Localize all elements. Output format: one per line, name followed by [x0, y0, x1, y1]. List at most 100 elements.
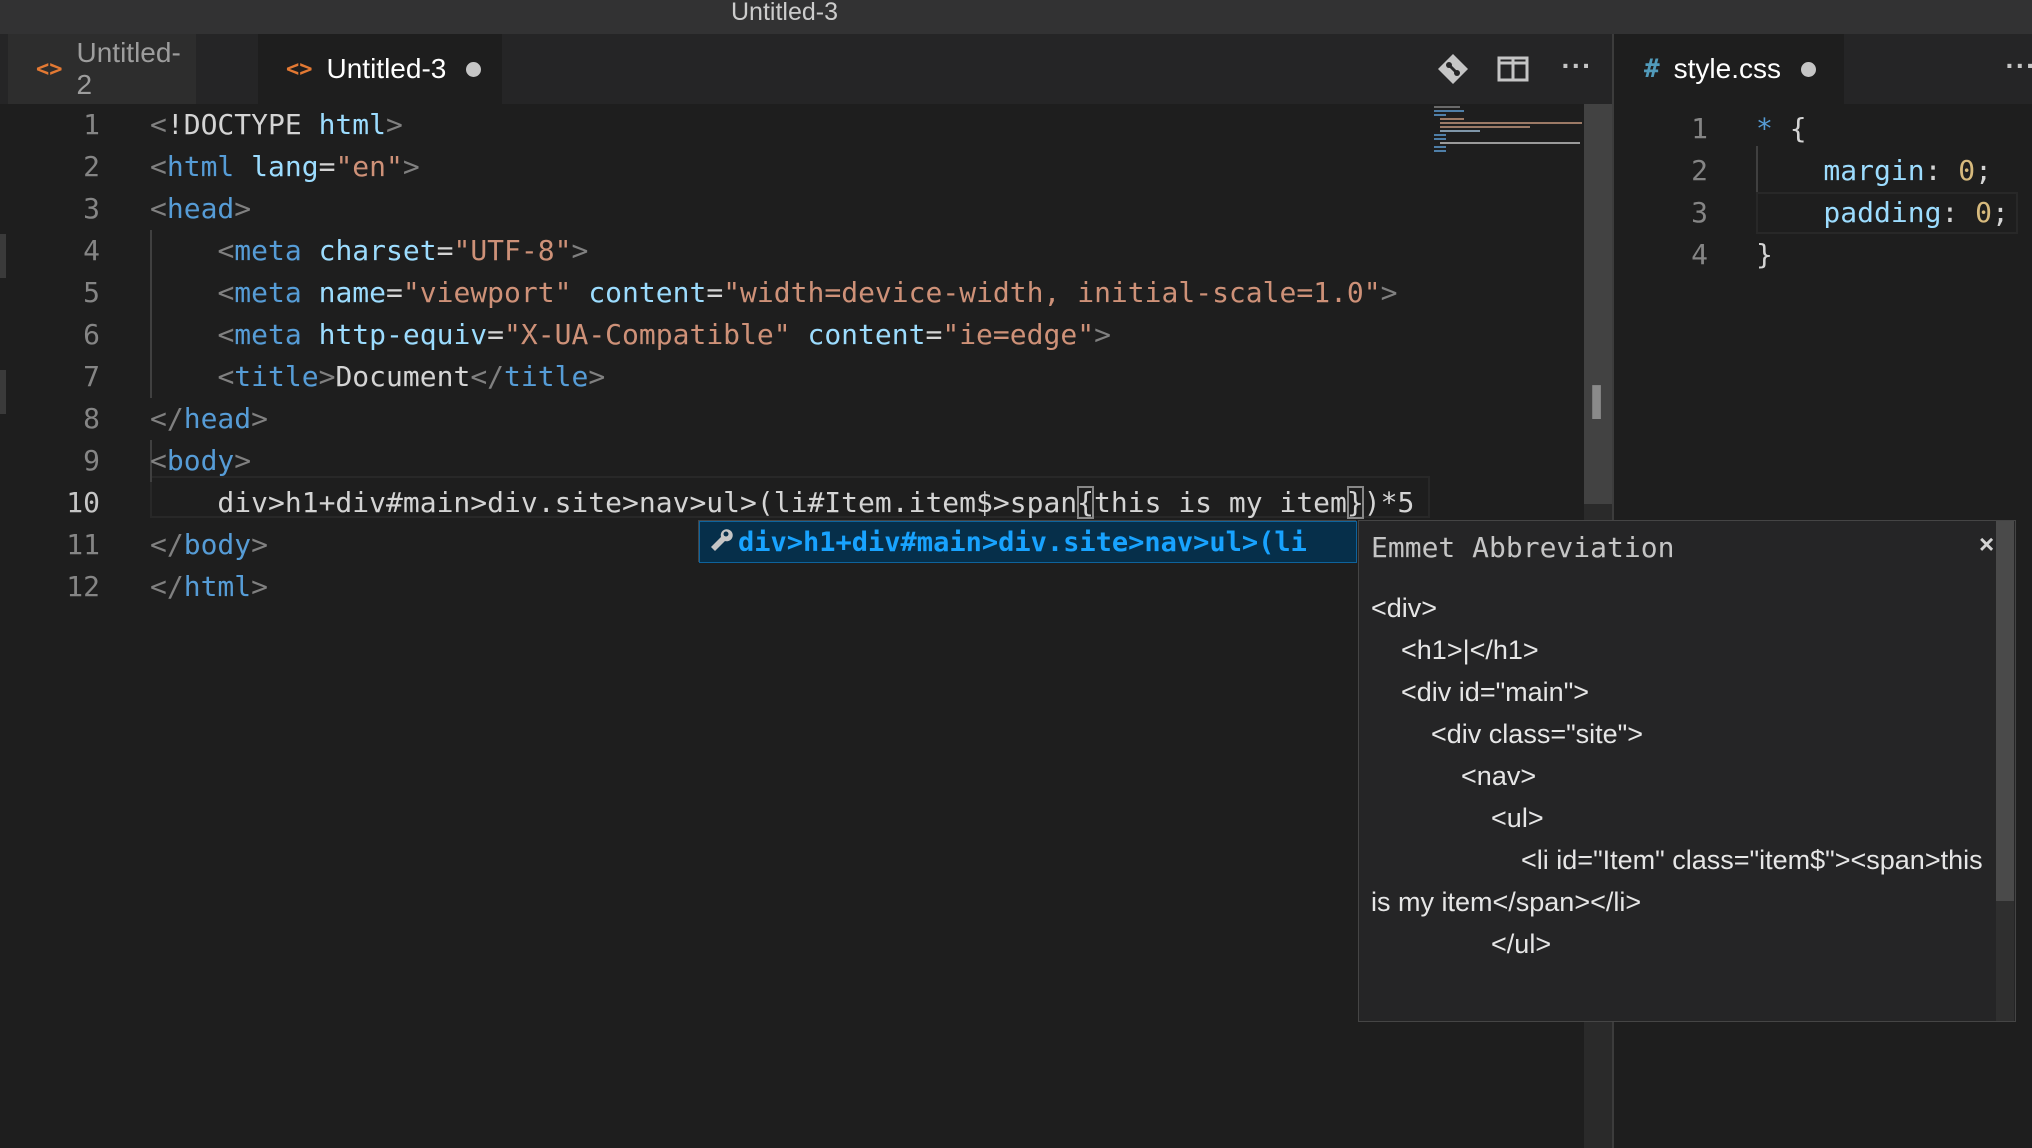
- details-scrollbar-thumb[interactable]: [1996, 521, 2014, 901]
- suggestion-label: div>h1+div#main>div.site>nav>ul>(li: [738, 526, 1307, 558]
- line-number: 6: [83, 318, 100, 351]
- details-title: Emmet Abbreviation: [1371, 531, 1675, 564]
- tab-label: Untitled-3: [326, 53, 447, 84]
- current-line-highlight: [1756, 192, 2018, 234]
- attribute-value: "UTF-8": [453, 234, 572, 267]
- equals-sign: =: [386, 276, 403, 309]
- code-line[interactable]: </body>: [150, 524, 268, 566]
- equals-sign: =: [487, 318, 505, 351]
- code-line[interactable]: <head>: [150, 188, 251, 230]
- code-line[interactable]: <body>: [150, 440, 251, 482]
- equals-sign: =: [706, 276, 724, 309]
- minimap[interactable]: [1432, 104, 1582, 164]
- tag-name: head: [183, 402, 252, 435]
- minimap-line: [1434, 150, 1446, 152]
- window-title: Untitled-3: [731, 0, 838, 26]
- abbreviation-text: div>h1+div#main>div.site>nav>ul>(li#Item…: [150, 486, 1078, 519]
- css-selector: *: [1756, 112, 1773, 145]
- tag-bracket: </: [150, 570, 184, 603]
- line-number: 7: [83, 360, 100, 393]
- tab-untitled-2[interactable]: <> Untitled-2: [8, 34, 196, 104]
- minimap-line: [1440, 126, 1530, 128]
- code-line[interactable]: <!DOCTYPE html>: [150, 104, 403, 146]
- unsaved-dot-icon[interactable]: [466, 61, 482, 77]
- more-actions-icon[interactable]: ···: [2004, 52, 2032, 86]
- tag-name: title: [234, 360, 319, 393]
- css-line[interactable]: margin: 0;: [1756, 150, 1992, 192]
- attribute-value: "viewport": [402, 276, 572, 309]
- line-number: 5: [83, 276, 100, 309]
- line-number: 3: [83, 192, 100, 225]
- css-line[interactable]: * {: [1756, 108, 1807, 150]
- tag-bracket: <: [217, 276, 235, 309]
- code-line[interactable]: <meta name="viewport" content="width=dev…: [150, 272, 1397, 314]
- tag-name: html: [166, 150, 235, 183]
- suggestion-details-panel: Emmet Abbreviation × <div> <h1>|</h1> <d…: [1358, 520, 2016, 1022]
- split-editor-icon[interactable]: [1496, 52, 1530, 86]
- details-body: <div> <h1>|</h1> <div id="main"> <div cl…: [1371, 593, 1983, 959]
- line-number: 4: [83, 234, 100, 267]
- suggestion-widget: div>h1+div#main>div.site>nav>ul>(li: [698, 520, 1357, 563]
- tag-name: title: [504, 360, 589, 393]
- tag-bracket: >: [386, 108, 403, 141]
- attribute-name: http-equiv: [318, 318, 488, 351]
- tag-bracket: >: [251, 570, 269, 603]
- tag-bracket: <: [150, 192, 167, 225]
- text-content: Document: [335, 360, 471, 393]
- wrench-icon: [708, 526, 738, 559]
- minimap-line: [1440, 130, 1480, 132]
- attribute-name: content: [807, 318, 926, 351]
- tag-name: meta: [234, 234, 302, 267]
- css-file-icon: #: [1644, 54, 1660, 84]
- minimap-line: [1434, 138, 1446, 140]
- tag-bracket: </: [150, 402, 184, 435]
- minimap-line: [1434, 106, 1460, 108]
- matching-bracket: }: [1346, 486, 1364, 519]
- tag-name: body: [166, 444, 235, 477]
- more-actions-icon[interactable]: ···: [1560, 52, 1594, 86]
- minimap-line: [1434, 134, 1446, 136]
- text-cursor-icon: I: [1588, 376, 1606, 430]
- line-number: 11: [66, 528, 100, 561]
- tag-bracket: >: [1094, 318, 1111, 351]
- left-tab-strip: <> Untitled-2 <> Untitled-3 ···: [0, 34, 1612, 104]
- line-number: 9: [83, 444, 100, 477]
- code-line[interactable]: </html>: [150, 566, 268, 608]
- html-file-icon: <>: [36, 56, 63, 82]
- tag-bracket: <: [150, 444, 167, 477]
- unsaved-dot-icon[interactable]: [1801, 61, 1817, 77]
- close-icon[interactable]: ×: [1979, 529, 1994, 560]
- suggestion-item[interactable]: div>h1+div#main>div.site>nav>ul>(li: [699, 521, 1357, 563]
- tag-bracket: >: [318, 360, 336, 393]
- css-line[interactable]: }: [1756, 234, 1773, 276]
- code-line[interactable]: <title>Document</title>: [150, 356, 605, 398]
- open-changes-icon[interactable]: [1436, 52, 1470, 86]
- code-line-abbreviation[interactable]: div>h1+div#main>div.site>nav>ul>(li#Item…: [150, 482, 1414, 524]
- code-line[interactable]: </head>: [150, 398, 268, 440]
- tab-untitled-3[interactable]: <> Untitled-3: [258, 34, 502, 104]
- minimap-line: [1434, 110, 1464, 112]
- tag-name: head: [166, 192, 235, 225]
- line-number: 10: [66, 486, 100, 519]
- equals-sign: =: [436, 234, 454, 267]
- tab-style-css[interactable]: # style.css: [1614, 34, 1844, 104]
- code-line[interactable]: <meta http-equiv="X-UA-Compatible" conte…: [150, 314, 1111, 356]
- tag-bracket: >: [251, 528, 269, 561]
- minimap-line: [1434, 114, 1446, 116]
- tag-bracket: >: [571, 234, 589, 267]
- tab-label: style.css: [1673, 53, 1782, 84]
- line-number: 1: [1691, 112, 1708, 145]
- right-tab-strip: # style.css ···: [1614, 34, 2032, 104]
- line-number: 3: [1691, 196, 1708, 229]
- code-line[interactable]: <html lang="en">: [150, 146, 420, 188]
- attribute-value: "width=device-width, initial-scale=1.0": [723, 276, 1381, 309]
- html-file-icon: <>: [286, 56, 313, 82]
- code-line[interactable]: <meta charset="UTF-8">: [150, 230, 588, 272]
- attribute-name: charset: [318, 234, 437, 267]
- tag-name: meta: [234, 318, 302, 351]
